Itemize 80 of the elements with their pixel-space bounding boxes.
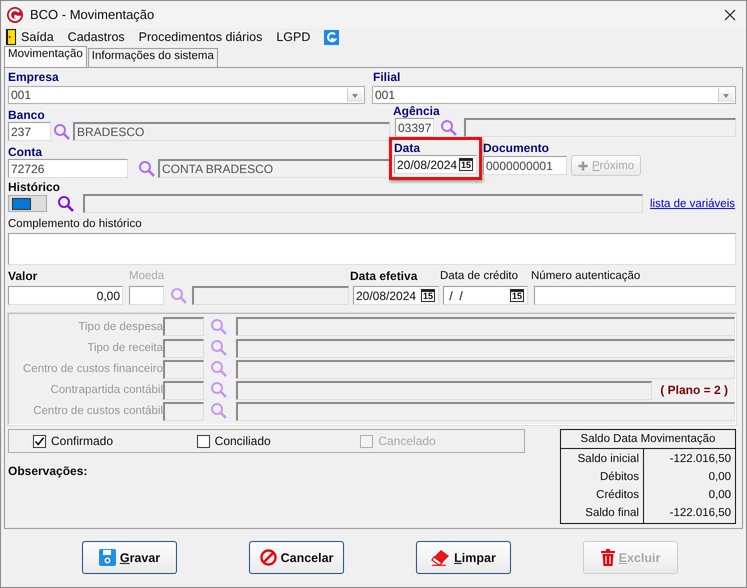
input-field [163,360,204,379]
input-field[interactable]: 0,00 [8,286,123,306]
search-icon[interactable] [138,160,156,178]
input-field [163,402,204,421]
field-label: Histórico [8,180,62,194]
field-label: Contrapartida contábil [49,384,163,396]
date-field[interactable]: / / 15 [443,286,528,306]
field-label: Valor [8,269,38,284]
search-icon[interactable] [57,194,75,212]
input-field[interactable] [534,286,736,306]
field-label: Data de crédito [440,269,519,284]
observations-label: Observações: [8,464,88,478]
table-cell: Saldo final [585,507,639,519]
check-icon [34,436,45,446]
field-label: Conta [8,145,44,159]
door-icon [6,29,16,45]
menu-item[interactable]: Cadastros [68,30,125,44]
field-label: Data efetiva [350,269,418,284]
save-button[interactable]: Gravar [82,541,177,574]
prohibited-icon [260,549,277,566]
dropdown[interactable]: 001 [372,86,736,104]
input-field[interactable]: 0000000001 [483,156,567,175]
field-label: Tipo de despesa [77,320,163,333]
table-cell: 0,00 [708,471,731,483]
table-cell: Créditos [596,489,639,501]
input-field[interactable]: 72726 [8,159,128,178]
dropdown[interactable]: 001 [8,86,365,104]
plus-icon [578,160,588,170]
input-field [163,380,204,400]
search-icon[interactable] [440,118,458,136]
table-cell: Saldo inicial [578,453,639,465]
trash-icon [600,549,615,566]
logo-icon[interactable] [324,30,340,44]
field-label: Centro de custos contábil [32,405,163,418]
field-label: Empresa [8,70,60,84]
input-field[interactable]: 03397 [395,118,434,137]
field-label: Centro de custos financeiro [22,363,163,376]
checkbox[interactable]: Conciliado [196,434,360,448]
table-cell: -122.016,50 [670,453,731,465]
variables-link[interactable]: lista de variáveis [650,198,736,210]
field-label: Número autenticação [531,269,640,284]
date-field[interactable]: 20/08/2024 15 [353,286,439,306]
field-label: Complemento do histórico [8,217,143,231]
color-picker[interactable] [8,195,47,212]
table-cell: 0,00 [708,489,731,501]
close-icon[interactable] [724,8,736,20]
tab[interactable]: Informações do sistema [88,48,218,67]
input-field: BRADESCO [73,122,390,141]
calendar-button[interactable]: 15 [510,289,524,302]
cancel-button[interactable]: Cancelar [249,541,344,574]
table-cell: Débitos [600,471,639,483]
calendar-button[interactable]: 15 [458,158,473,171]
menu-item[interactable]: Procedimentos diários [138,30,262,44]
input-field: CONTA BRADESCO [158,159,390,178]
menu-item[interactable]: Saída [6,29,54,45]
text-area[interactable] [8,233,736,266]
input-field [163,338,204,358]
table-cell: -122.016,50 [670,507,731,519]
field-label: Moeda [129,269,166,284]
eraser-icon [431,549,450,566]
plan-note: ( Plano = 2 ) [660,383,728,398]
date-field[interactable]: 20/08/2024 15 [394,155,477,174]
table-header: Saldo Data Movimentação [561,430,735,449]
field-label: Filial [373,70,400,84]
window-title: BCO - Movimentação [30,7,154,22]
calendar-button[interactable]: 15 [420,289,435,302]
field-label: Tipo de receita [86,342,163,354]
input-field[interactable] [129,286,164,306]
checkbox[interactable]: Confirmado [33,434,197,448]
field-label: Data [394,141,422,155]
clear-button[interactable]: Limpar [416,541,511,574]
menu-item[interactable]: LGPD [276,30,310,44]
input-field [163,317,204,336]
field-label: Agência [393,104,441,118]
tab[interactable]: Movimentação [4,46,87,67]
field-label: Banco [8,108,46,122]
input-field[interactable]: 237 [8,122,51,141]
logo-icon [6,6,24,24]
field-label: Documento [483,141,550,155]
search-icon[interactable] [53,122,71,140]
